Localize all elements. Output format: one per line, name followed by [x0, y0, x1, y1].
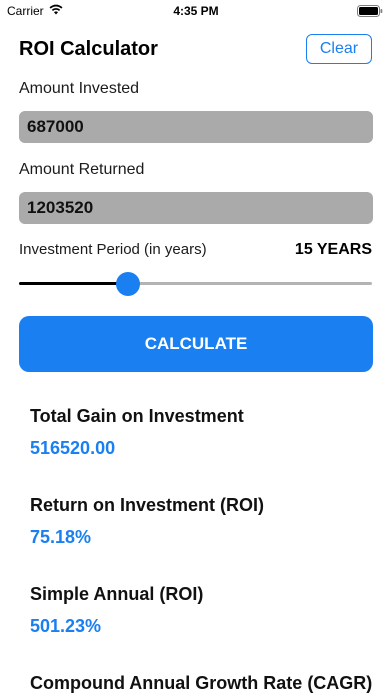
slider-fill: [19, 282, 129, 285]
page-title: ROI Calculator: [19, 38, 158, 60]
roi-value: 75.18%: [30, 527, 92, 547]
clear-button[interactable]: Clear: [306, 34, 372, 64]
amount-invested-field[interactable]: 687000: [19, 111, 373, 143]
investment-period-label: Investment Period (in years): [19, 241, 207, 258]
slider-thumb[interactable]: [116, 272, 141, 296]
roi-label: Return on Investment (ROI): [30, 495, 265, 515]
total-gain-label: Total Gain on Investment: [30, 406, 244, 426]
investment-period-slider[interactable]: [19, 270, 372, 298]
status-time: 4:35 PM: [173, 4, 219, 18]
status-bar: Carrier 4:35 PM: [0, 0, 392, 24]
simple-annual-roi-value: 501.23%: [30, 616, 102, 636]
investment-period-value: 15 YEARS: [294, 241, 372, 258]
battery-icon: [357, 5, 383, 17]
amount-returned-label: Amount Returned: [19, 161, 145, 178]
calculate-button[interactable]: CALCULATE: [19, 316, 373, 372]
simple-annual-roi-label: Simple Annual (ROI): [30, 584, 204, 604]
cagr-label: Compound Annual Growth Rate (CAGR): [30, 673, 373, 693]
amount-returned-field[interactable]: 1203520: [19, 192, 373, 224]
amount-invested-label: Amount Invested: [19, 80, 140, 97]
total-gain-value: 516520.00: [30, 438, 116, 458]
